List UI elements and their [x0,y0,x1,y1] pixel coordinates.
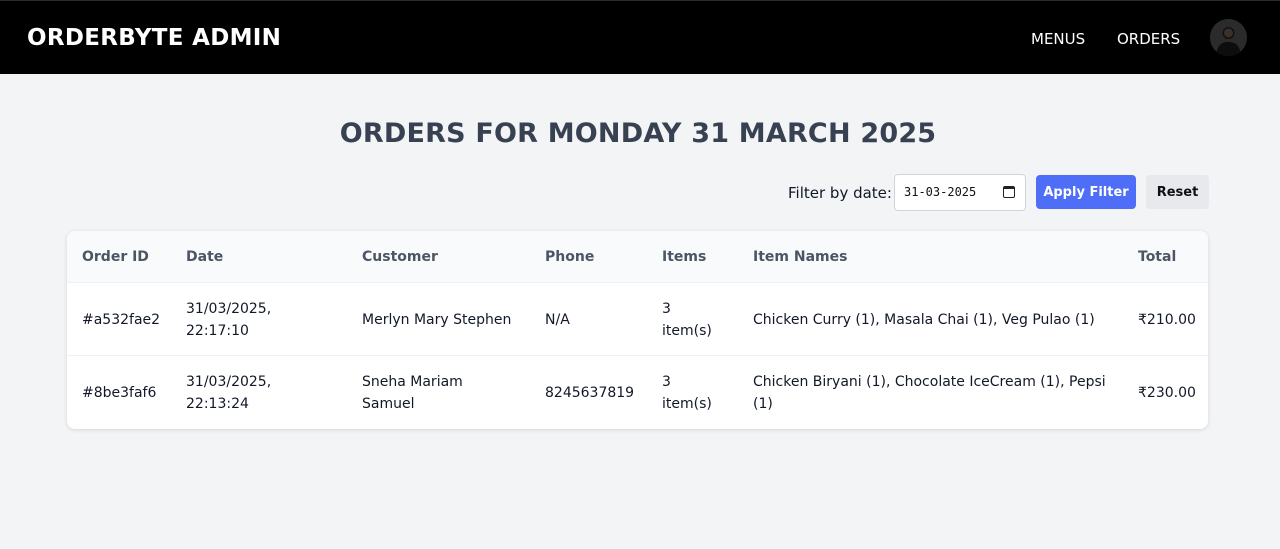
page-title: ORDERS FOR MONDAY 31 MARCH 2025 [339,118,937,149]
items-unit: item(s) [662,323,712,339]
column-header-order-id: Order ID [82,249,149,265]
items-count-cell: 3 item(s) [662,298,742,342]
items-count-cell: 3 item(s) [662,371,742,415]
orders-table: Order ID Date Customer Phone Items Item … [67,231,1208,429]
column-header-items: Items [662,249,707,265]
phone-cell: N/A [545,312,570,328]
user-photo-icon [1210,19,1247,56]
table-row[interactable]: #a532fae2 31/03/2025, 22:17:10 Merlyn Ma… [67,283,1208,356]
brand-title: ORDERBYTE ADMIN [27,25,282,51]
apply-filter-button[interactable]: Apply Filter [1036,175,1136,209]
total-cell: ₹230.00 [1138,385,1196,401]
total-cell: ₹210.00 [1138,312,1196,328]
column-header-date: Date [186,249,224,265]
order-time-line: 22:13:24 [186,396,249,412]
column-header-customer: Customer [362,249,438,265]
items-count: 3 [662,301,671,317]
item-names-cell: Chicken Biryani (1), Chocolate IceCream … [753,374,1106,412]
order-date-line: 31/03/2025, [186,301,272,317]
order-time-line: 22:17:10 [186,323,249,339]
top-navbar: ORDERBYTE ADMIN MENUS ORDERS [0,0,1280,74]
order-id-cell: #8be3faf6 [82,385,157,401]
customer-cell: Merlyn Mary Stephen [362,312,512,328]
nav-link-orders[interactable]: ORDERS [1117,30,1180,48]
order-date-line: 31/03/2025, [186,374,272,390]
order-id-cell: #a532fae2 [82,312,161,328]
date-filter-input[interactable]: 31-03-2025 [894,174,1026,211]
column-header-total: Total [1138,249,1177,265]
order-date-cell: 31/03/2025, 22:17:10 [186,298,336,342]
phone-cell: 8245637819 [545,385,635,401]
column-header-item-names: Item Names [753,249,848,265]
date-filter-value: 31-03-2025 [904,185,977,199]
calendar-icon[interactable] [1003,186,1015,198]
customer-cell: Sneha Mariam Samuel [362,374,463,412]
items-unit: item(s) [662,396,712,412]
user-avatar[interactable] [1210,19,1247,56]
filter-date-label: Filter by date: [788,184,892,202]
order-date-cell: 31/03/2025, 22:13:24 [186,371,336,415]
reset-button[interactable]: Reset [1146,175,1209,209]
items-count: 3 [662,374,671,390]
table-header-row: Order ID Date Customer Phone Items Item … [67,231,1208,283]
nav-link-menus[interactable]: MENUS [1031,30,1085,48]
item-names-cell: Chicken Curry (1), Masala Chai (1), Veg … [753,312,1095,328]
column-header-phone: Phone [545,249,595,265]
table-row[interactable]: #8be3faf6 31/03/2025, 22:13:24 Sneha Mar… [67,356,1208,429]
